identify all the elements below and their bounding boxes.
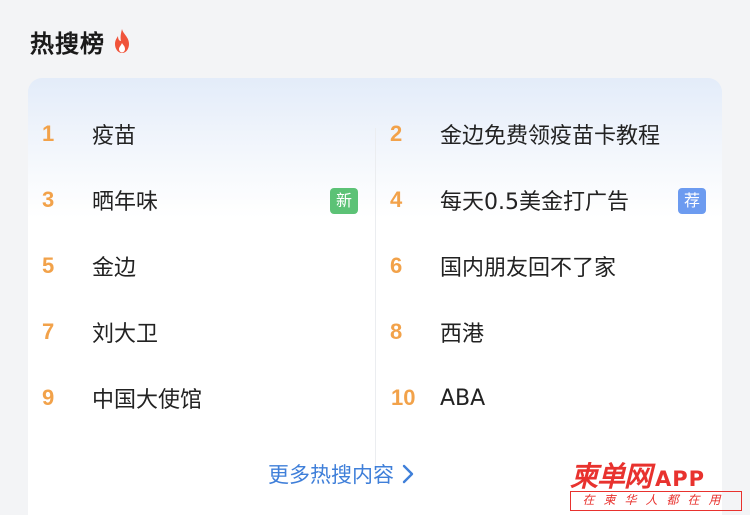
hot-item[interactable]: 5 金边 [28,246,368,286]
rank-number: 9 [42,385,55,410]
hot-item-label: 西港 [440,322,485,347]
hot-search-card: 1 疫苗 2 金边免费领疫苗卡教程 3 晒年味 新 4 每天0.5美金打广告 荐… [28,78,722,515]
rank-number: 10 [391,385,416,410]
recommend-badge: 荐 [678,188,706,214]
chevron-right-icon [402,464,414,484]
hot-search-page: 热搜榜 1 疫苗 2 金边免费领疫苗卡教程 3 晒年味 新 4 每天0.5美金打… [0,0,750,515]
watermark-logo-text: 柬单网 [570,460,652,493]
rank-number: 8 [390,319,403,344]
hot-item-label: 每天0.5美金打广告 [440,190,629,215]
hot-item-label: 晒年味 [92,190,159,215]
hot-item-label: ABA [440,385,486,411]
fire-icon [115,29,129,53]
hot-item[interactable]: 10 ABA [376,378,722,418]
hot-item-label: 中国大使馆 [92,388,203,413]
hot-item[interactable]: 2 金边免费领疫苗卡教程 [376,114,722,154]
watermark-app-text: APP [655,467,706,491]
hot-item-label: 金边 [92,256,137,281]
new-badge: 新 [330,188,358,214]
hot-item-label: 国内朋友回不了家 [440,256,617,281]
rank-number: 5 [42,253,55,278]
rank-number: 7 [42,319,55,344]
rank-number: 1 [42,121,55,146]
rank-number: 4 [390,187,403,212]
hot-item-label: 疫苗 [92,124,137,149]
hot-item[interactable]: 7 刘大卫 [28,312,368,352]
hot-item[interactable]: 9 中国大使馆 [28,378,368,418]
hot-item[interactable]: 4 每天0.5美金打广告 荐 [376,180,722,220]
hot-search-title: 热搜榜 [30,29,105,58]
hot-item-label: 刘大卫 [92,322,159,347]
more-hot-search-link[interactable]: 更多热搜内容 [268,456,414,492]
hot-item[interactable]: 6 国内朋友回不了家 [376,246,722,286]
rank-number: 6 [390,253,403,278]
hot-item[interactable]: 1 疫苗 [28,114,368,154]
hot-item[interactable]: 8 西港 [376,312,722,352]
hot-item[interactable]: 3 晒年味 新 [28,180,368,220]
more-label: 更多热搜内容 [268,463,394,487]
hot-item-label: 金边免费领疫苗卡教程 [440,124,661,149]
rank-number: 3 [42,187,55,212]
watermark-slogan: 在柬华人都在用 [570,491,742,511]
rank-number: 2 [390,121,403,146]
hot-search-header: 热搜榜 [30,22,133,60]
app-watermark-logo: 柬单网 APP 在柬华人都在用 [570,455,748,513]
